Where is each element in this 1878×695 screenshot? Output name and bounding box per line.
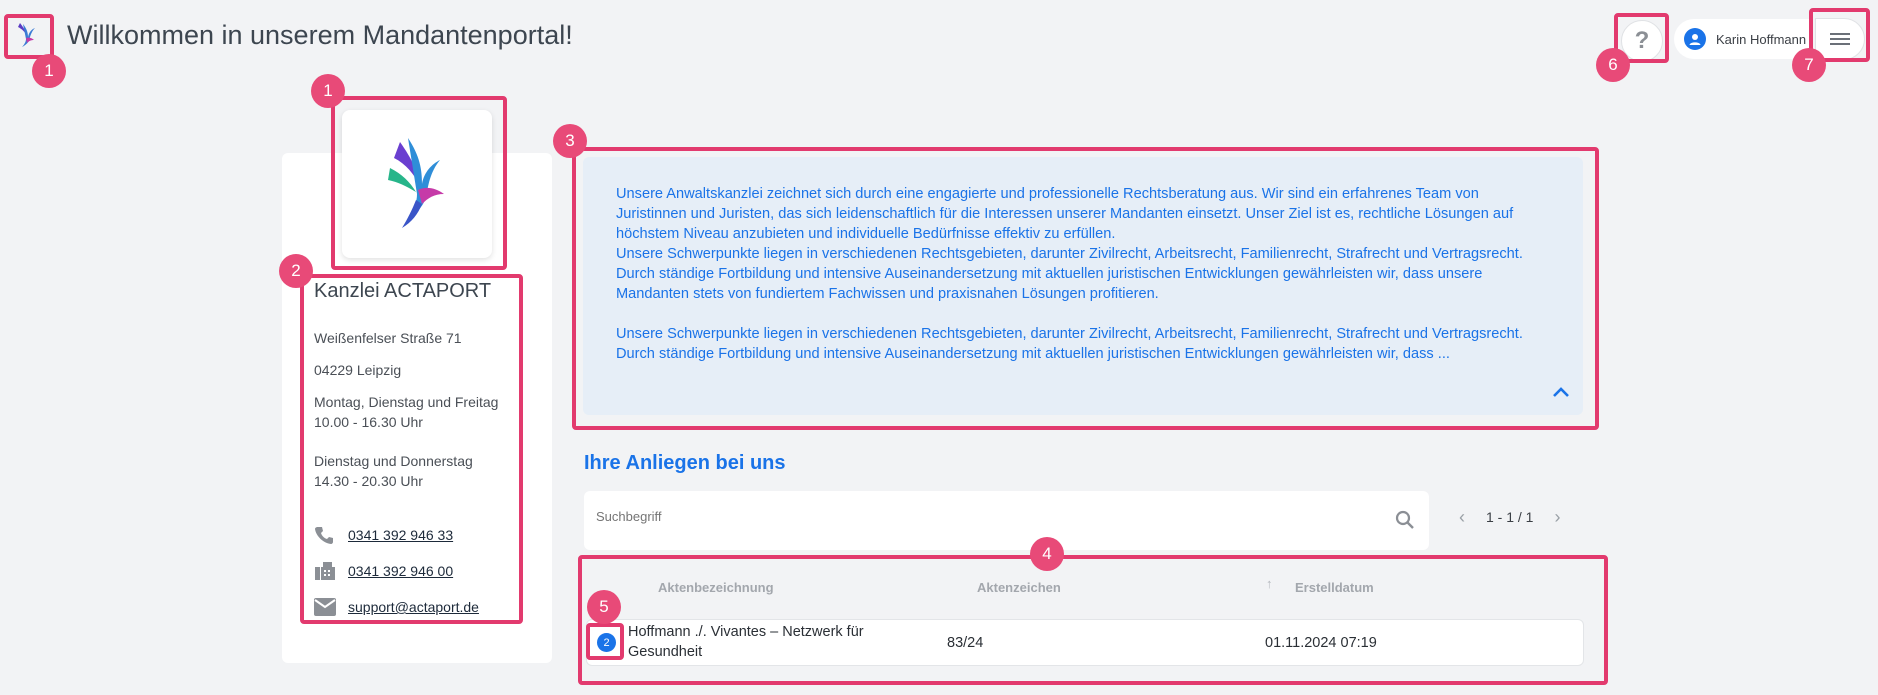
annotation-badge-1a: 1 <box>32 54 66 88</box>
row-created: 01.11.2024 07:19 <box>1265 635 1377 651</box>
hours-1-time: 10.00 - 16.30 Uhr <box>314 414 423 430</box>
fax-link[interactable]: 0341 392 946 00 <box>348 563 453 579</box>
user-name: Karin Hoffmann <box>1716 31 1807 47</box>
bird-logo-icon <box>388 138 444 228</box>
phone-icon <box>314 525 338 545</box>
firm-city: 04229 Leipzig <box>314 362 402 378</box>
row-name: Hoffmann ./. Vivantes – Netzwerk für Ges… <box>628 624 864 660</box>
row-file-no: 83/24 <box>947 635 984 651</box>
hours-2-days: Dienstag und Donnerstag <box>314 453 473 469</box>
contact-email: support@actaport.de <box>314 597 479 617</box>
description-paragraph-1: Unsere Anwaltskanzlei zeichnet sich durc… <box>616 186 1523 302</box>
row-count-badge: 2 <box>597 633 616 652</box>
hamburger-icon <box>1830 33 1850 45</box>
description-paragraph-2: Unsere Schwerpunkte liegen in verschiede… <box>616 326 1527 362</box>
annotation-badge-6: 6 <box>1596 48 1630 82</box>
annotation-badge-5: 5 <box>587 590 621 624</box>
firm-name: Kanzlei ACTAPORT <box>314 280 492 302</box>
column-header-aktenbezeichnung[interactable]: Aktenbezeichnung <box>658 580 774 595</box>
annotation-badge-4: 4 <box>1030 537 1064 571</box>
fax-icon <box>314 561 338 581</box>
search-icon[interactable] <box>1395 510 1415 535</box>
pagination-label: 1 - 1 / 1 <box>1486 509 1534 525</box>
firm-description: Unsere Anwaltskanzlei zeichnet sich durc… <box>616 184 1551 364</box>
annotation-badge-3: 3 <box>553 124 587 158</box>
help-icon: ? <box>1634 27 1650 54</box>
firm-street: Weißenfelser Straße 71 <box>314 330 462 346</box>
page-title: Willkommen in unserem Mandantenportal! <box>67 20 573 50</box>
column-header-erstelldatum[interactable]: Erstelldatum <box>1295 580 1374 595</box>
user-menu-button[interactable]: Karin Hoffmann <box>1674 19 1812 59</box>
annotation-badge-1b: 1 <box>311 74 345 108</box>
contact-phone: 0341 392 946 33 <box>314 525 453 545</box>
mail-icon <box>314 597 338 617</box>
email-link[interactable]: support@actaport.de <box>348 599 479 615</box>
sort-ascending-icon[interactable]: ↑ <box>1266 576 1273 591</box>
chevron-left-icon[interactable]: ‹ <box>1448 505 1476 529</box>
search-box <box>584 491 1429 550</box>
firm-logo <box>342 110 492 258</box>
chevron-right-icon[interactable]: › <box>1543 505 1571 529</box>
hours-2-time: 14.30 - 20.30 Uhr <box>314 473 423 489</box>
contact-fax: 0341 392 946 00 <box>314 561 453 581</box>
annotation-badge-7: 7 <box>1792 48 1826 82</box>
column-header-aktenzeichen[interactable]: Aktenzeichen <box>977 580 1061 595</box>
logo-small-icon[interactable] <box>12 20 42 50</box>
chevron-up-icon[interactable] <box>1552 385 1570 397</box>
hours-1-days: Montag, Dienstag und Freitag <box>314 394 499 410</box>
phone-link[interactable]: 0341 392 946 33 <box>348 527 453 543</box>
pagination: ‹ 1 - 1 / 1 › <box>1448 505 1571 529</box>
annotation-badge-2: 2 <box>279 254 313 288</box>
user-avatar-icon <box>1684 28 1706 50</box>
search-input[interactable] <box>596 509 1356 524</box>
matters-title: Ihre Anliegen bei uns <box>584 452 786 474</box>
